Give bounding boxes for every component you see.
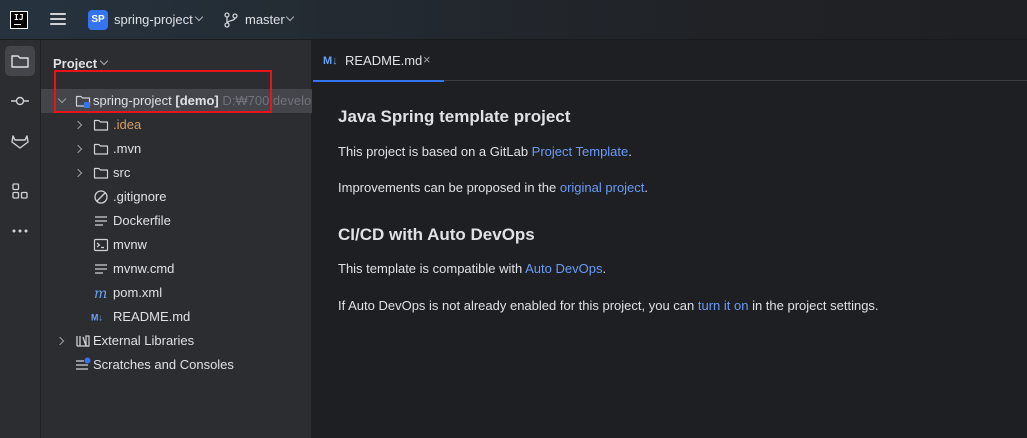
title-bar: IJ SP spring-project master [0, 0, 1027, 40]
link-project-template[interactable]: Project Template [532, 144, 629, 159]
tree-item-label: mvnw.cmd [113, 261, 175, 276]
doc-heading: CI/CD with Auto DevOps [338, 225, 535, 244]
markdown-icon: M↓ [323, 55, 338, 67]
chevron-down-icon[interactable] [194, 12, 204, 22]
active-tab-indicator [313, 80, 444, 82]
tree-item-label: .gitignore [113, 189, 167, 204]
doc-paragraph: If Auto DevOps is not already enabled fo… [338, 298, 879, 313]
tree-item-src[interactable]: src [41, 161, 312, 185]
expand-arrow-icon[interactable] [73, 144, 83, 154]
tree-item-idea[interactable]: .idea [41, 113, 312, 137]
tab-label: README.md [345, 53, 423, 68]
tree-item-mvn[interactable]: .mvn [41, 137, 312, 161]
tree-item-mvnw-cmd[interactable]: mvnw.cmd [41, 257, 312, 281]
tree-item-gitignore[interactable]: .gitignore [41, 185, 312, 209]
intellij-logo-icon[interactable]: IJ [10, 11, 28, 29]
text-run: Improvements can be proposed in the [338, 180, 560, 195]
text-run: . [644, 180, 649, 195]
tree-item-label: README.md [113, 309, 191, 324]
root-name: spring-project [93, 93, 172, 108]
maven-icon: m [94, 286, 107, 301]
gitlab-icon [11, 135, 29, 149]
root-path: D:₩700.develop₩ [222, 93, 312, 108]
link-auto-devops[interactable]: Auto DevOps [525, 261, 602, 276]
close-icon[interactable]: × [423, 52, 431, 67]
expand-arrow-icon[interactable] [55, 336, 65, 346]
link-turn-it-on[interactable]: turn it on [698, 298, 749, 313]
doc-paragraph: This template is compatible with Auto De… [338, 261, 606, 276]
expand-arrow-icon[interactable] [73, 168, 83, 178]
git-branch-icon[interactable] [224, 12, 238, 28]
project-tool-button[interactable] [5, 46, 35, 76]
tree-item-label: mvnw [113, 237, 147, 252]
editor-area: M↓ README.md × Java Spring template proj… [313, 40, 1027, 438]
tree-item-external-libraries[interactable]: External Libraries [41, 329, 312, 353]
branch-selector[interactable]: master [245, 12, 285, 27]
module-folder-icon [75, 95, 91, 108]
doc-heading: Java Spring template project [338, 107, 571, 126]
commit-tool-button[interactable] [5, 86, 35, 116]
tree-item-pom-xml[interactable]: m pom.xml [41, 281, 312, 305]
app-logo-text: IJ [14, 13, 24, 22]
panel-title[interactable]: Project [53, 56, 97, 71]
chevron-down-icon[interactable] [99, 56, 109, 66]
project-badge[interactable]: SP [88, 10, 108, 30]
tree-item-label: .mvn [113, 141, 142, 156]
tree-item-label: Scratches and Consoles [93, 357, 234, 372]
text-run: This project is based on a GitLab [338, 144, 532, 159]
text-run: . [628, 144, 632, 159]
text-run: . [602, 261, 607, 276]
text-file-icon [95, 264, 107, 274]
tree-item-label: src [113, 165, 131, 180]
tree-root-spring-project[interactable]: spring-project [demo] D:₩700.develop₩ [41, 89, 312, 113]
tree-item-label: .idea [113, 117, 142, 132]
tree-item-label: pom.xml [113, 285, 163, 300]
tree-item-scratches[interactable]: Scratches and Consoles [41, 353, 312, 377]
doc-paragraph: This project is based on a GitLab Projec… [338, 144, 632, 159]
shell-script-icon [93, 238, 109, 252]
root-module: [demo] [175, 93, 219, 108]
more-icon [12, 229, 28, 233]
link-original-project[interactable]: original project [560, 180, 645, 195]
chevron-down-icon[interactable] [285, 12, 295, 22]
tool-window-strip [0, 40, 41, 438]
commit-icon [11, 96, 29, 106]
doc-paragraph: Improvements can be proposed in the orig… [338, 180, 648, 195]
text-run: This template is compatible with [338, 261, 526, 276]
folder-icon [93, 167, 109, 179]
text-file-icon [95, 216, 107, 226]
tree-root-label: spring-project [demo] D:₩700.develop₩ [93, 89, 312, 113]
tree-item-mvnw[interactable]: mvnw [41, 233, 312, 257]
project-selector[interactable]: spring-project [114, 12, 193, 27]
tree-item-readme[interactable]: M↓ README.md [41, 305, 312, 329]
text-run: in the project settings. [748, 298, 879, 313]
expand-arrow-icon[interactable] [73, 120, 83, 130]
folder-icon [11, 55, 29, 68]
tree-item-dockerfile[interactable]: Dockerfile [41, 209, 312, 233]
tree-item-label: Dockerfile [113, 213, 171, 228]
project-tool-window: Project spring-project [demo] D:₩700.dev… [41, 40, 312, 438]
more-tools-button[interactable] [5, 216, 35, 246]
svg-text:m: m [94, 286, 107, 301]
editor-tab-bar: M↓ README.md × [313, 40, 1027, 82]
svg-text:M↓: M↓ [91, 313, 103, 323]
main-menu-icon[interactable] [50, 12, 66, 26]
scratches-icon [76, 357, 91, 370]
tree-item-label: External Libraries [93, 333, 195, 348]
gitlab-tool-button[interactable] [5, 126, 35, 156]
folder-icon [93, 143, 109, 155]
markdown-icon: M↓ [91, 313, 103, 323]
text-run: If Auto DevOps is not already enabled fo… [338, 298, 698, 313]
expand-arrow-icon[interactable] [57, 94, 67, 104]
library-icon [76, 335, 90, 347]
structure-icon [12, 183, 28, 199]
ignore-file-icon [94, 190, 108, 204]
folder-icon [93, 119, 109, 131]
structure-tool-button[interactable] [5, 176, 35, 206]
tab-readme[interactable]: M↓ README.md × [313, 40, 444, 82]
